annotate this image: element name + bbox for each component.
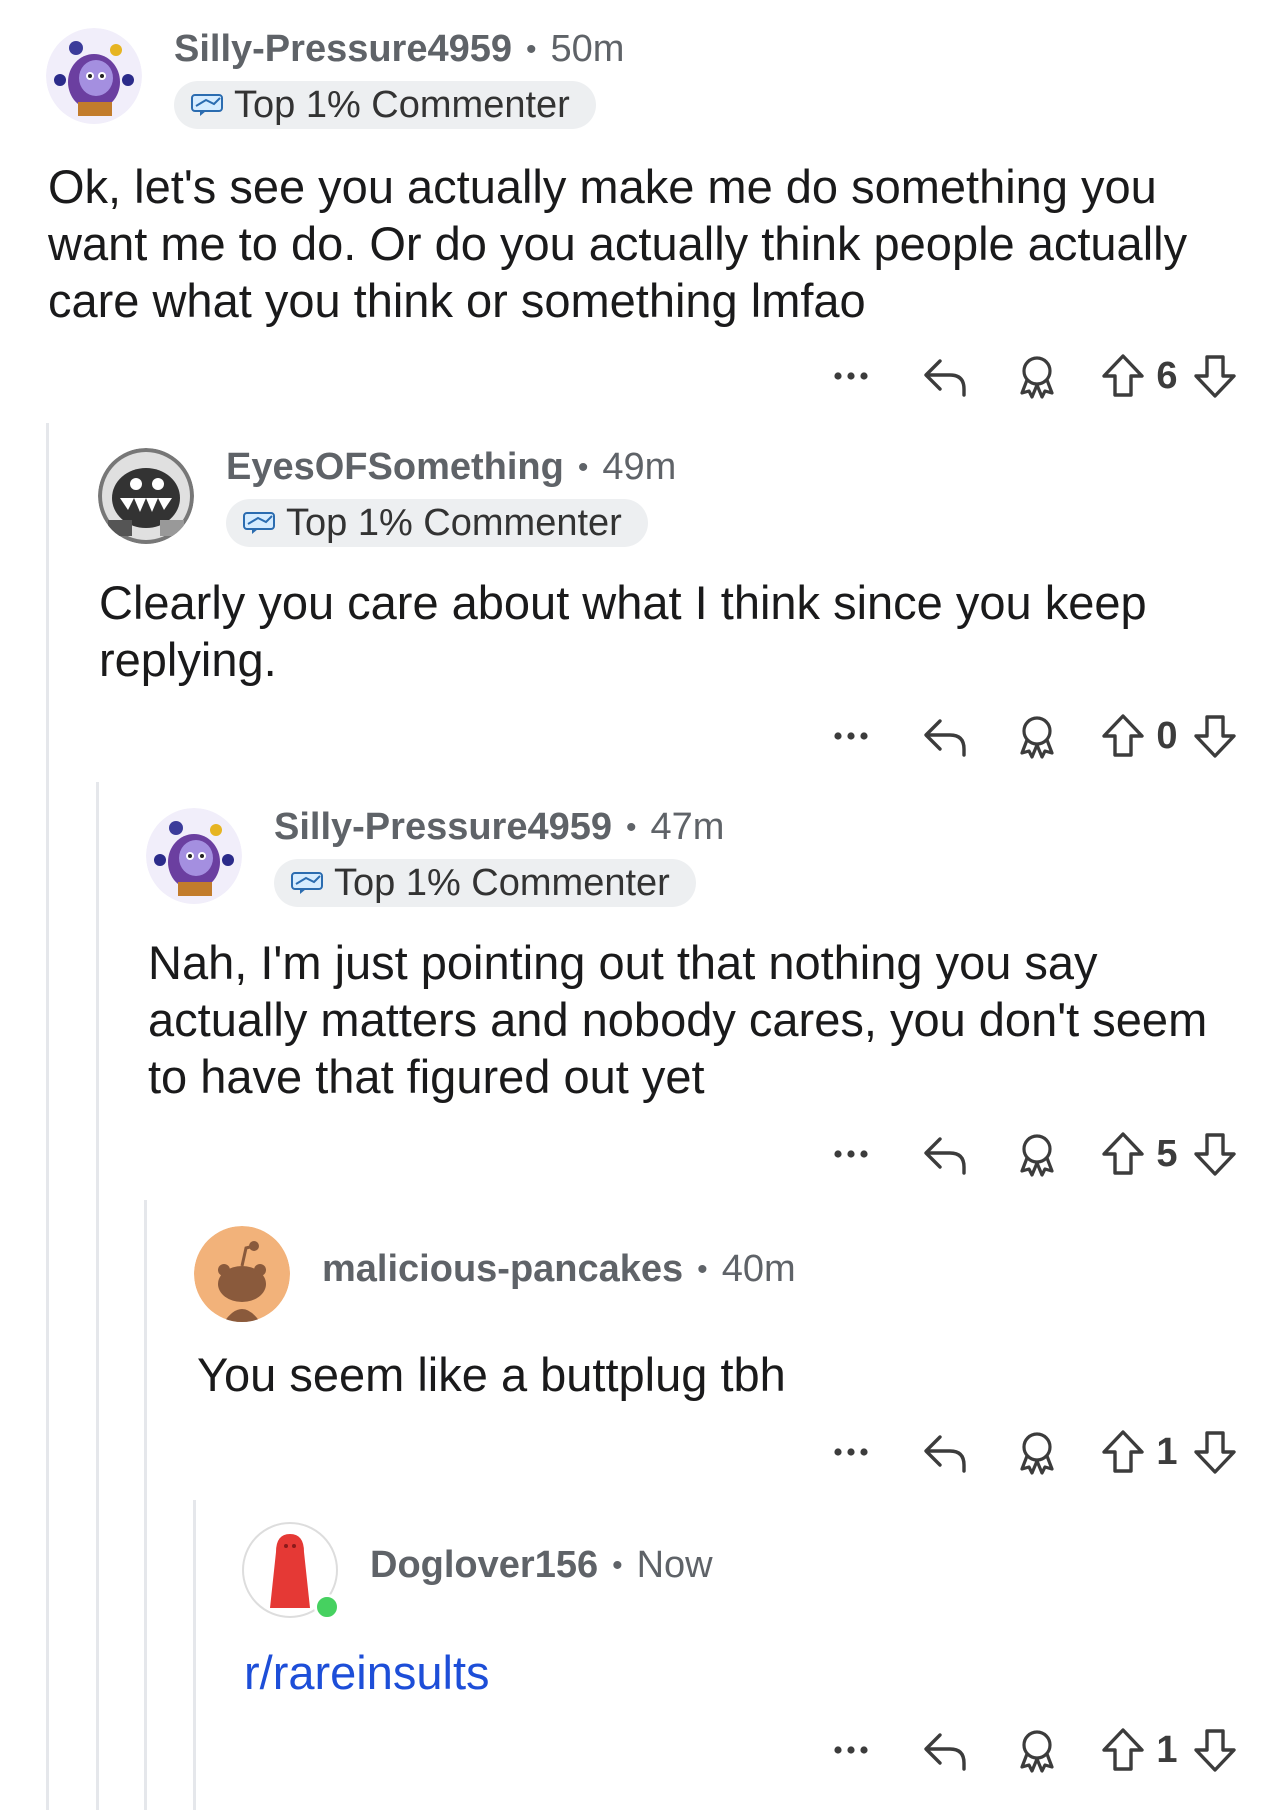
timestamp: 47m (650, 806, 725, 848)
more-icon[interactable] (826, 711, 876, 761)
vote-score: 5 (1156, 1132, 1178, 1175)
upvote-icon[interactable] (1098, 1725, 1148, 1775)
flair-badge-icon (242, 510, 278, 536)
reply-icon[interactable] (920, 1427, 970, 1477)
upvote-icon[interactable] (1098, 351, 1148, 401)
upvote-icon[interactable] (1098, 1427, 1148, 1477)
comment-actions: 1 (826, 1722, 1240, 1778)
online-status-icon (314, 1594, 340, 1620)
flair-badge: Top 1% Commenter (274, 859, 696, 907)
flair-badge: Top 1% Commenter (226, 499, 648, 547)
award-icon[interactable] (1012, 1129, 1062, 1179)
username[interactable]: malicious-pancakes (322, 1248, 683, 1291)
comment-actions: 6 (826, 348, 1240, 404)
more-icon[interactable] (826, 1725, 876, 1775)
username[interactable]: Doglover156 (370, 1544, 598, 1587)
vote-score: 1 (1156, 1430, 1178, 1473)
downvote-icon[interactable] (1190, 711, 1240, 761)
downvote-icon[interactable] (1190, 1725, 1240, 1775)
comment-actions: 1 (826, 1424, 1240, 1480)
flair-badge-icon (290, 870, 326, 896)
separator-dot: • (577, 450, 589, 484)
grayscale-creature-avatar-icon (98, 448, 194, 544)
downvote-icon[interactable] (1190, 1427, 1240, 1477)
username[interactable]: Silly-Pressure4959 (174, 28, 512, 71)
vote-score: 6 (1156, 354, 1178, 397)
flair-label: Top 1% Commenter (234, 83, 570, 126)
timestamp: 50m (550, 28, 625, 70)
comment-actions: 5 (826, 1126, 1240, 1182)
comment-body: Nah, I'm just pointing out that nothing … (148, 936, 1208, 1103)
timestamp: Now (636, 1544, 713, 1586)
flair-badge: Top 1% Commenter (174, 81, 596, 129)
award-icon[interactable] (1012, 351, 1062, 401)
comment-body: Clearly you care about what I think sinc… (99, 576, 1147, 686)
more-icon[interactable] (826, 1129, 876, 1179)
flair-badge-icon (190, 92, 226, 118)
more-icon[interactable] (826, 1427, 876, 1477)
award-icon[interactable] (1012, 1725, 1062, 1775)
avatar[interactable] (194, 1226, 290, 1322)
separator-dot: • (612, 1548, 623, 1582)
avatar[interactable] (146, 808, 242, 904)
separator-dot: • (697, 1252, 708, 1286)
avatar[interactable] (98, 448, 194, 544)
upvote-icon[interactable] (1098, 711, 1148, 761)
comment-actions: 0 (826, 708, 1240, 764)
avatar[interactable] (46, 28, 142, 124)
timestamp: 40m (721, 1248, 796, 1290)
thread-line-level-3[interactable] (144, 1200, 147, 1810)
vote-score: 1 (1156, 1728, 1178, 1771)
purple-character-avatar-icon (146, 808, 242, 904)
default-snoo-avatar-icon (194, 1226, 290, 1322)
purple-character-avatar-icon (46, 28, 142, 124)
username[interactable]: Silly-Pressure4959 (274, 806, 612, 849)
reply-icon[interactable] (920, 351, 970, 401)
timestamp: 49m (602, 446, 677, 488)
separator-dot: • (626, 810, 637, 844)
award-icon[interactable] (1012, 1427, 1062, 1477)
flair-label: Top 1% Commenter (286, 501, 622, 544)
reply-icon[interactable] (920, 711, 970, 761)
more-icon[interactable] (826, 351, 876, 401)
avatar[interactable] (242, 1522, 340, 1620)
separator-dot: • (526, 32, 537, 66)
downvote-icon[interactable] (1190, 1129, 1240, 1179)
vote-score: 0 (1156, 714, 1178, 757)
thread-line-level-4[interactable] (193, 1500, 196, 1810)
comment-body: Ok, let's see you actually make me do so… (48, 160, 1188, 327)
thread-line-level-1[interactable] (46, 423, 49, 1810)
reply-icon[interactable] (920, 1725, 970, 1775)
downvote-icon[interactable] (1190, 351, 1240, 401)
award-icon[interactable] (1012, 711, 1062, 761)
thread-line-level-2[interactable] (96, 782, 99, 1810)
subreddit-link[interactable]: r/rareinsults (244, 1644, 844, 1701)
comment-body: You seem like a buttplug tbh (197, 1348, 786, 1401)
upvote-icon[interactable] (1098, 1129, 1148, 1179)
reply-icon[interactable] (920, 1129, 970, 1179)
flair-label: Top 1% Commenter (334, 861, 670, 904)
username[interactable]: EyesOFSomething (226, 446, 564, 489)
